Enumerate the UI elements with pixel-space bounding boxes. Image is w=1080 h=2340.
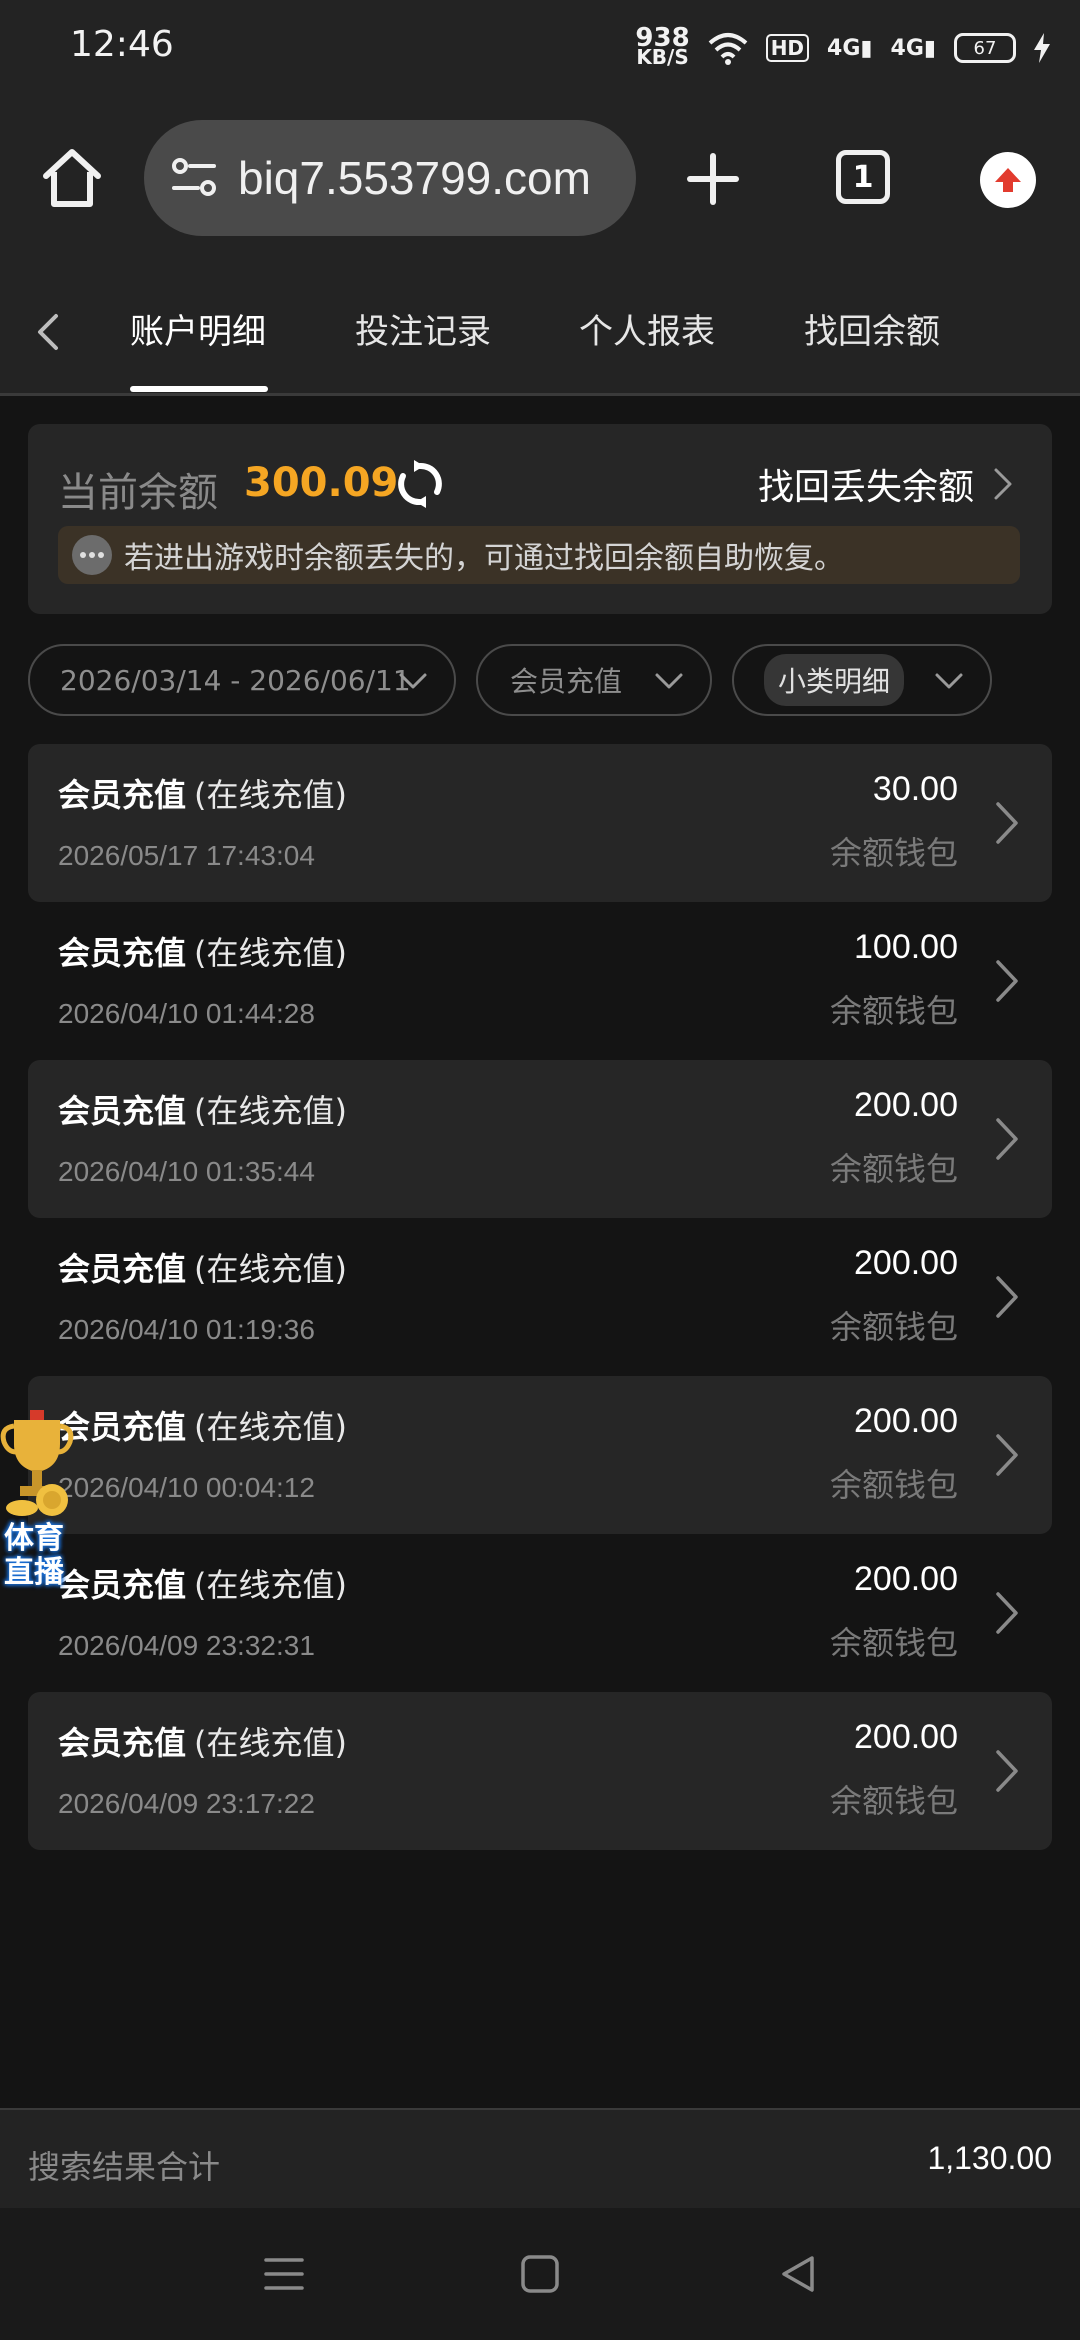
record-row[interactable]: 会员充值 (在线充值) 2026/04/10 01:35:44 200.00 余额… [28, 1060, 1052, 1218]
wifi-icon [708, 33, 748, 65]
record-title: 会员充值 (在线充值) [58, 1092, 347, 1130]
message-icon [72, 535, 112, 575]
arrow-up-icon [995, 168, 1021, 192]
record-time: 2026/04/10 01:35:44 [58, 1156, 315, 1187]
tab-recover-balance[interactable]: 找回余额 [804, 304, 940, 353]
update-button[interactable] [980, 152, 1036, 208]
chevron-right-icon [996, 1750, 1018, 1792]
record-amount: 30.00 [872, 770, 958, 808]
browser-toolbar: biq7.553799.com 1 [0, 96, 1080, 266]
menu-icon[interactable] [262, 2252, 306, 2296]
search-total-bar: 搜索结果合计 1,130.00 [0, 2108, 1080, 2208]
balance-label: 当前余额 [58, 470, 218, 516]
home-icon[interactable] [40, 146, 104, 210]
chevron-right-icon [996, 1118, 1018, 1160]
chevron-right-icon [996, 1434, 1018, 1476]
chevron-right-icon [996, 1276, 1018, 1318]
record-amount: 200.00 [854, 1560, 958, 1598]
record-time: 2026/04/10 00:04:12 [58, 1472, 315, 1503]
record-wallet: 余额钱包 [829, 1150, 958, 1188]
date-range-filter[interactable]: 2026/03/14 - 2026/06/11 [28, 644, 456, 716]
record-wallet: 余额钱包 [829, 1624, 958, 1662]
back-arrow-icon[interactable] [30, 312, 66, 352]
subtype-pill: 小类明细 [764, 654, 905, 706]
record-row[interactable]: 会员充值 (在线充值) 2026/04/10 01:19:36 200.00 余额… [28, 1218, 1052, 1376]
refresh-icon[interactable] [394, 458, 446, 510]
record-wallet: 余额钱包 [829, 1308, 958, 1346]
system-navigation-bar [0, 2208, 1080, 2340]
record-amount: 200.00 [854, 1402, 958, 1440]
record-time: 2026/04/10 01:19:36 [58, 1314, 315, 1345]
record-time: 2026/04/09 23:32:31 [58, 1630, 315, 1661]
address-bar[interactable]: biq7.553799.com [144, 120, 636, 236]
record-wallet: 余额钱包 [829, 992, 958, 1030]
tab-switcher-button[interactable]: 1 [836, 150, 890, 204]
type-filter[interactable]: 会员充值 [476, 644, 712, 716]
trophy-icon [0, 1410, 74, 1516]
record-amount: 100.00 [854, 928, 958, 966]
record-title: 会员充值 (在线充值) [58, 1724, 347, 1762]
record-wallet: 余额钱包 [829, 1782, 958, 1820]
status-bar: 12:46 938 KB/S HD 4G▮ 4G▮ 67 [0, 0, 1080, 96]
balance-value: 300.09 [244, 460, 399, 506]
signal-icon: 4G▮ [890, 35, 936, 61]
battery-icon: 67 [954, 33, 1016, 63]
network-speed: 938 KB/S [635, 23, 690, 69]
record-title: 会员充值 (在线充值) [58, 1408, 347, 1446]
record-title: 会员充值 (在线充值) [58, 1250, 347, 1288]
record-row[interactable]: 会员充值 (在线充值) 2026/04/09 23:32:31 200.00 余额… [28, 1534, 1052, 1692]
tab-personal-report[interactable]: 个人报表 [579, 304, 715, 353]
chevron-down-icon [655, 673, 683, 689]
status-time: 12:46 [70, 24, 174, 65]
chevron-right-icon [994, 468, 1012, 500]
total-value: 1,130.00 [927, 2140, 1052, 2176]
chevron-down-icon [399, 673, 427, 689]
active-tab-indicator [130, 386, 268, 392]
site-settings-icon[interactable] [164, 148, 224, 208]
charging-icon [1034, 33, 1050, 63]
chevron-right-icon [996, 1592, 1018, 1634]
record-time: 2026/05/17 17:43:04 [58, 840, 315, 871]
record-title: 会员充值 (在线充值) [58, 1566, 347, 1604]
url-text[interactable]: biq7.553799.com [238, 151, 591, 205]
back-triangle-icon[interactable] [776, 2252, 820, 2296]
record-wallet: 余额钱包 [829, 834, 958, 872]
tab-bet-records[interactable]: 投注记录 [355, 304, 491, 353]
recover-lost-balance-link[interactable]: 找回丢失余额 [758, 458, 1014, 510]
total-label: 搜索结果合计 [28, 2148, 221, 2186]
tab-account-details[interactable]: 账户明细 [130, 304, 266, 353]
sports-live-badge[interactable]: 体育 直播 [0, 1410, 80, 1600]
balance-notice: 若进出游戏时余额丢失的，可通过找回余额自助恢复。 [58, 526, 1020, 584]
new-tab-icon[interactable] [686, 152, 740, 206]
record-row[interactable]: 会员充值 (在线充值) 2026/04/10 01:44:28 100.00 余额… [28, 902, 1052, 1060]
sports-live-label: 体育 直播 [4, 1521, 64, 1590]
record-title: 会员充值 (在线充值) [58, 934, 347, 972]
status-icons: 938 KB/S HD 4G▮ 4G▮ 67 [635, 24, 1050, 72]
record-row[interactable]: 会员充值 (在线充值) 2026/04/10 00:04:12 200.00 余额… [28, 1376, 1052, 1534]
record-amount: 200.00 [854, 1244, 958, 1282]
record-time: 2026/04/09 23:17:22 [58, 1788, 315, 1819]
signal-icon: 4G▮ [827, 35, 873, 61]
account-tabs: 账户明细 投注记录 个人报表 找回余额 [0, 266, 1080, 396]
record-time: 2026/04/10 01:44:28 [58, 998, 315, 1029]
hd-icon: HD [765, 34, 810, 62]
balance-card: 当前余额 300.09 找回丢失余额 若进出游戏时余额丢失的，可通过找回余额自助… [28, 424, 1052, 614]
record-title: 会员充值 (在线充值) [58, 776, 347, 814]
record-amount: 200.00 [854, 1086, 958, 1124]
home-square-icon[interactable] [518, 2252, 562, 2296]
notice-text: 若进出游戏时余额丢失的，可通过找回余额自助恢复。 [124, 541, 844, 576]
record-row[interactable]: 会员充值 (在线充值) 2026/04/09 23:17:22 200.00 余额… [28, 1692, 1052, 1850]
record-wallet: 余额钱包 [829, 1466, 958, 1504]
record-row[interactable]: 会员充值 (在线充值) 2026/05/17 17:43:04 30.00 余额钱… [28, 744, 1052, 902]
subtype-filter[interactable]: 小类明细 [732, 644, 992, 716]
chevron-down-icon [935, 673, 963, 689]
record-amount: 200.00 [854, 1718, 958, 1756]
chevron-right-icon [996, 960, 1018, 1002]
chevron-right-icon [996, 802, 1018, 844]
